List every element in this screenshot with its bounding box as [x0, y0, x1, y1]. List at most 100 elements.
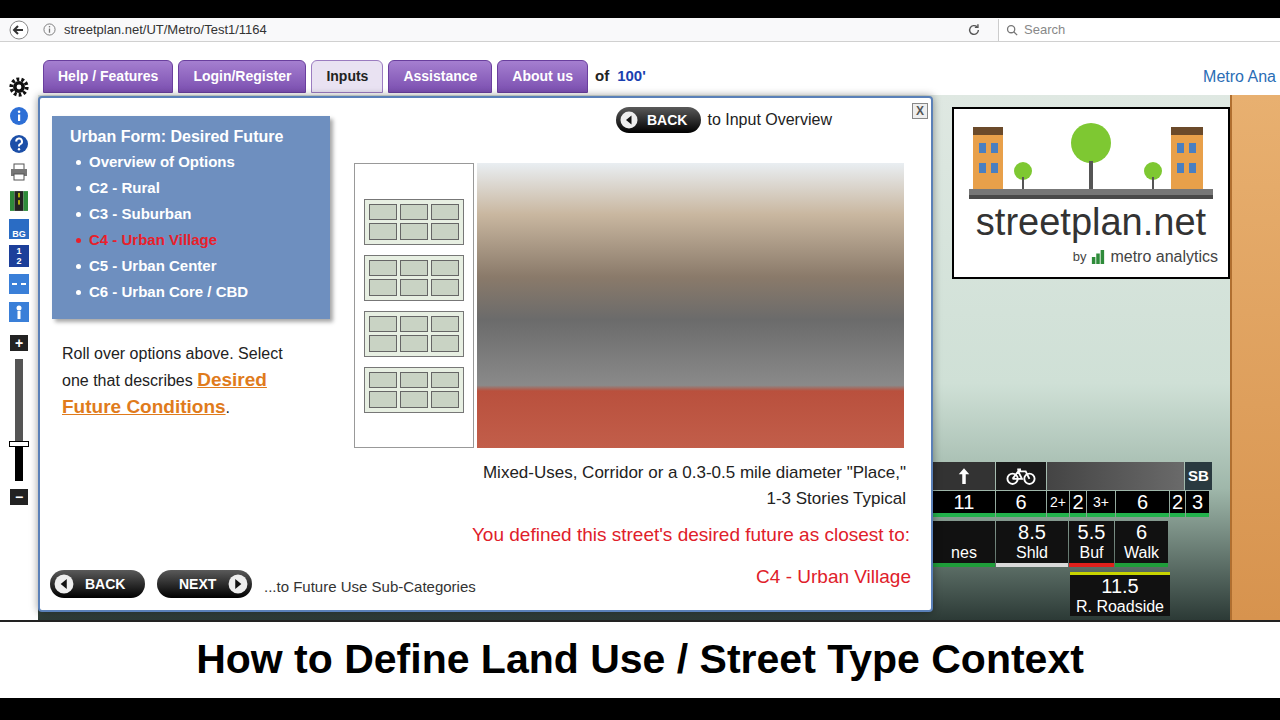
help-icon[interactable] [8, 133, 30, 155]
bullet-icon [76, 238, 81, 243]
diagram-building [369, 223, 397, 240]
scale-prefix: of [595, 65, 609, 88]
dialog-body: Urban Form: Desired FutureOverview of Op… [40, 98, 931, 564]
site-info-icon[interactable] [42, 23, 56, 37]
bg-label: BG [12, 229, 26, 239]
reload-icon[interactable] [966, 22, 982, 38]
zoom-fill [15, 444, 23, 481]
option-item[interactable]: C3 - Suburban [76, 201, 312, 227]
zoom-in-button[interactable]: + [10, 335, 28, 351]
nav-tab[interactable]: Help / Features [43, 60, 173, 93]
lane-width-cell[interactable]: 3 [1186, 491, 1209, 517]
top-back-button[interactable]: BACK [616, 107, 701, 133]
direction-cell: SB [1185, 462, 1212, 490]
roadside-label: 11.5 [1070, 575, 1170, 597]
bg-layer-button[interactable]: BG [9, 219, 29, 239]
lane-segment-label: 8.5 [1018, 521, 1046, 543]
lane-width-label: 6 [1137, 491, 1148, 513]
zoom-slider[interactable] [15, 359, 23, 481]
diagram-building [431, 204, 459, 221]
back-button[interactable]: BACK [50, 570, 145, 598]
logo-name: streetplan.net [976, 201, 1206, 243]
zoom-thumb[interactable] [9, 441, 29, 447]
logo-by: by [1073, 247, 1087, 267]
back-arrow-icon [53, 573, 75, 595]
info-icon[interactable] [8, 105, 30, 127]
lane-segment-color-bar [933, 563, 995, 567]
option-item[interactable]: C5 - Urban Center [76, 253, 312, 279]
layer-label: 2 [16, 257, 21, 266]
brand-link[interactable]: Metro Ana [1203, 60, 1280, 93]
lane-width-label: 11 [954, 491, 975, 513]
lanes-icon[interactable] [8, 189, 30, 213]
lane-width-cell[interactable]: 3+ [1087, 491, 1115, 517]
lane-segment-label: Buf [1079, 543, 1103, 562]
back-arrow-icon [619, 110, 639, 130]
url-field[interactable]: streetplan.net/UT/Metro/Test1/1164 [64, 20, 267, 40]
lane-segment-text: 8.5Shld [996, 521, 1068, 563]
streetplan-logo: streetplan.net by metro analytics [952, 107, 1230, 279]
diagram-building [400, 335, 428, 352]
back-label: BACK [85, 574, 125, 595]
zoom-out-label: − [15, 490, 23, 504]
option-item[interactable]: Overview of Options [76, 149, 312, 175]
nav-tab[interactable]: Assistance [388, 60, 492, 93]
option-item[interactable]: C2 - Rural [76, 175, 312, 201]
lane-segments-row: nes8.5Shld5.5Buf6Walk [933, 521, 1213, 567]
diagram-building [369, 316, 397, 333]
close-button[interactable]: X [912, 103, 928, 119]
option-label: C6 - Urban Core / CBD [89, 281, 248, 304]
urban-form-dialog: XUrban Form: Desired FutureOverview of O… [38, 96, 933, 612]
top-back-row: BACKto Input Overview [354, 107, 910, 133]
lane-segment-text: nes [933, 521, 995, 563]
next-arrow-icon [227, 573, 249, 595]
zoom-out-button[interactable]: − [10, 489, 28, 505]
split-icon[interactable] [8, 273, 30, 295]
nav-tab[interactable]: Inputs [311, 60, 383, 93]
lane-width-cell[interactable]: 2 [1170, 491, 1185, 517]
diagram-block [364, 255, 464, 301]
lane-segment-color-bar [996, 563, 1068, 567]
roadside-segment[interactable]: 11.5R. Roadside [1070, 572, 1170, 616]
caption-line: 1-3 Stories Typical [766, 486, 906, 512]
lane-width-label: 2 [1172, 491, 1183, 513]
layers-button[interactable]: 12 [9, 245, 29, 267]
lane-segment[interactable]: 6Walk [1115, 521, 1168, 567]
direction-label: SB [1188, 465, 1209, 488]
lane-segment-label: nes [951, 543, 977, 562]
diagram-building [431, 391, 459, 408]
nav-tab-label: Login/Register [193, 66, 291, 87]
search-input[interactable] [1024, 20, 1280, 40]
print-icon[interactable] [8, 161, 30, 183]
dialog-right: BACKto Input OverviewMixed-Uses, Corrido… [354, 98, 910, 564]
lane-segment-text: 6Walk [1115, 521, 1168, 563]
diagram-building [431, 316, 459, 333]
next-button[interactable]: NEXT [157, 570, 252, 598]
diagram-building [431, 260, 459, 277]
gear-icon[interactable] [7, 75, 31, 99]
search-box[interactable] [998, 19, 1280, 41]
nav-tab[interactable]: About us [497, 60, 588, 93]
person-icon[interactable] [8, 301, 30, 323]
option-item[interactable]: C4 - Urban Village [76, 227, 312, 253]
browser-bar: streetplan.net/UT/Metro/Test1/1164 [0, 18, 1280, 42]
nav-tab[interactable]: Login/Register [178, 60, 306, 93]
lane-width-cell[interactable]: 2 [1070, 491, 1086, 517]
lane-segment[interactable]: 8.5Shld [996, 521, 1068, 567]
lane-width-cell[interactable]: 2+ [1047, 491, 1069, 517]
lane-segment[interactable]: 5.5Buf [1069, 521, 1114, 567]
lane-width-cell[interactable]: 6 [996, 491, 1046, 517]
diagram-building [369, 391, 397, 408]
lane-width-cell[interactable]: 11 [933, 491, 995, 517]
lane-strip [1047, 462, 1184, 490]
lane-width-cell[interactable]: 6 [1116, 491, 1169, 517]
lane-segment[interactable]: nes [933, 521, 995, 567]
back-icon[interactable] [8, 19, 30, 41]
lane-segment-label: Shld [1016, 543, 1048, 562]
logo-company: metro analytics [1110, 245, 1218, 269]
left-toolbar: BG 12 + − [0, 42, 38, 620]
option-item[interactable]: C6 - Urban Core / CBD [76, 279, 312, 305]
lane-segment-color-bar [1069, 563, 1114, 567]
street-photo [477, 163, 904, 448]
option-label: Overview of Options [89, 151, 235, 174]
